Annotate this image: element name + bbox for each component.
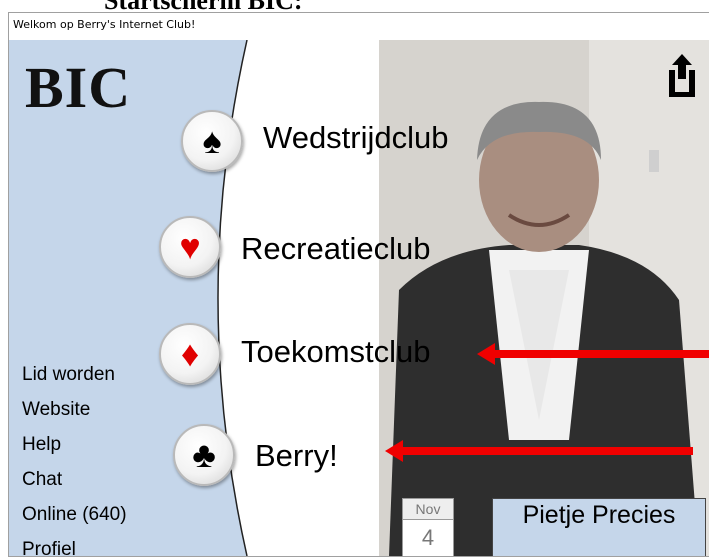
app-window: Welkom op Berry's Internet Club! BIC ♠ W… <box>8 12 709 557</box>
menu-item-chat[interactable]: Chat <box>22 469 62 491</box>
toekomstclub-button[interactable]: ♦ <box>159 323 221 385</box>
menu-item-website[interactable]: Website <box>22 399 90 421</box>
recreatieclub-button[interactable]: ♥ <box>159 216 221 278</box>
arrow-toekomstclub <box>493 350 709 358</box>
calendar-widget[interactable]: Nov 4 <box>402 498 454 556</box>
arrow-berry <box>401 447 693 455</box>
calendar-month: Nov <box>403 499 453 520</box>
window-title: Welkom op Berry's Internet Club! <box>13 18 196 31</box>
berry-button[interactable]: ♣ <box>173 424 235 486</box>
menu-item-online[interactable]: Online (640) <box>22 504 127 526</box>
menu-item-help[interactable]: Help <box>22 434 61 456</box>
club-icon: ♣ <box>192 434 216 475</box>
wedstrijdclub-button[interactable]: ♠ <box>181 110 243 172</box>
toekomstclub-label[interactable]: Toekomstclub <box>241 334 431 370</box>
share-icon[interactable] <box>665 52 699 98</box>
heart-icon: ♥ <box>179 226 201 267</box>
diamond-icon: ♦ <box>180 333 200 374</box>
menu-item-lid-worden[interactable]: Lid worden <box>22 364 115 386</box>
menu-item-profiel[interactable]: Profiel <box>22 539 76 556</box>
spade-icon: ♠ <box>202 120 222 161</box>
start-screen: BIC ♠ Wedstrijdclub ♥ Recreatieclub ♦ To… <box>9 40 709 556</box>
berry-label[interactable]: Berry! <box>255 438 338 474</box>
user-name: Pietje Precies <box>522 501 676 529</box>
calendar-day: 4 <box>421 525 435 550</box>
wedstrijdclub-label[interactable]: Wedstrijdclub <box>263 120 449 156</box>
title-bar: Welkom op Berry's Internet Club! <box>9 13 709 39</box>
recreatieclub-label[interactable]: Recreatieclub <box>241 231 431 267</box>
user-name-box[interactable]: Pietje Precies <box>492 498 706 556</box>
bic-logo: BIC <box>25 55 132 120</box>
